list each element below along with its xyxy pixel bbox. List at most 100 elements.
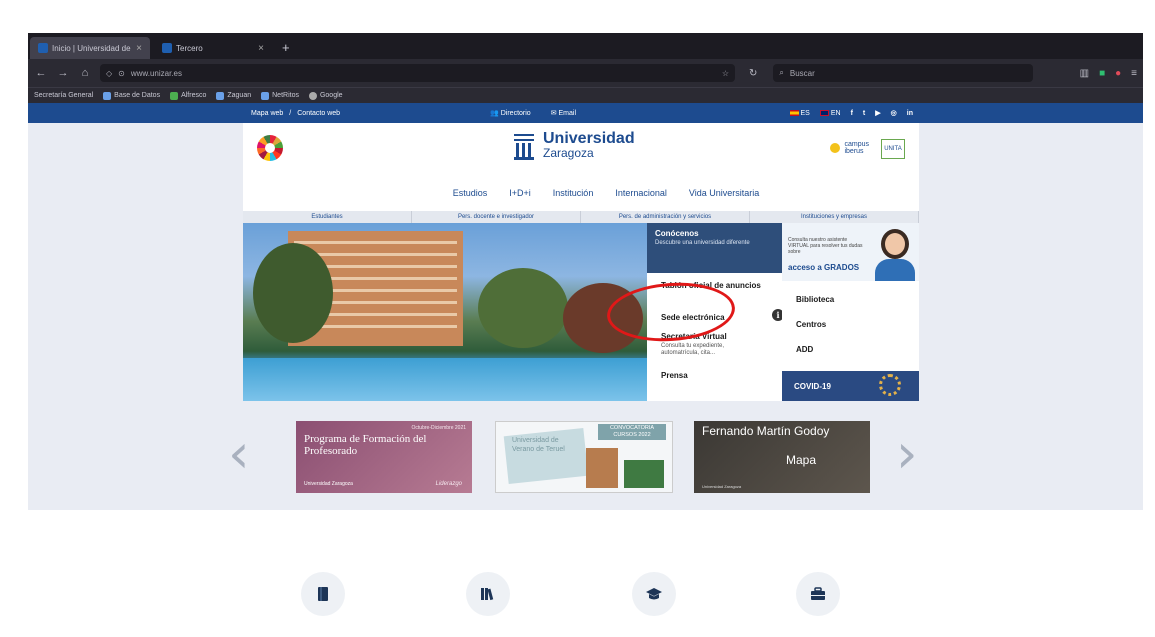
close-tab-icon[interactable]: ×: [258, 43, 264, 54]
sdg-wheel-icon[interactable]: [257, 135, 283, 161]
subnav-pas[interactable]: Pers. de administración y servicios: [581, 211, 750, 223]
tablon-link[interactable]: Tablón oficial de anuncios: [661, 281, 761, 290]
logo-building-icon: [513, 132, 535, 160]
back-icon[interactable]: ←: [34, 67, 48, 79]
bookmark-label: Secretaría General: [34, 92, 94, 99]
unita-logo[interactable]: UNITA: [881, 139, 905, 159]
right-links-panel: Biblioteca Centros ADD: [782, 281, 919, 371]
pool-shape: [243, 358, 647, 401]
youtube-icon[interactable]: ▶: [875, 109, 880, 117]
briefcase-icon[interactable]: [796, 572, 840, 616]
close-tab-icon[interactable]: ×: [136, 43, 142, 54]
lang-es-link[interactable]: ES: [789, 110, 810, 117]
card-brand: Universidad Zaragoza: [702, 484, 742, 489]
site-header: Universidad Zaragoza campus iberus UNITA…: [243, 123, 919, 213]
extension-icon[interactable]: ■: [1099, 68, 1105, 79]
bookmark-star-icon[interactable]: ☆: [722, 69, 729, 78]
bookmark-item[interactable]: Zaguan: [216, 91, 251, 100]
card-title: Programa de Formación del Profesorado: [304, 433, 427, 457]
lang-en-link[interactable]: EN: [819, 110, 841, 117]
subnav-instituciones[interactable]: Instituciones y empresas: [750, 211, 919, 223]
nav-idi[interactable]: I+D+i: [509, 188, 531, 198]
campus-line1: campus: [844, 141, 869, 148]
url-actions: ↻: [749, 68, 757, 79]
assistant-avatar: [881, 229, 909, 259]
graduation-cap-icon[interactable]: [632, 572, 676, 616]
bookmarks-bar: Secretaría General Base de Datos Alfresc…: [28, 87, 1143, 103]
nav-internacional[interactable]: Internacional: [615, 188, 667, 198]
new-tab-button[interactable]: +: [276, 37, 296, 59]
nav-estudios[interactable]: Estudios: [453, 188, 488, 198]
twitter-icon[interactable]: t: [863, 110, 865, 117]
subnav-pdi[interactable]: Pers. docente e investigador: [412, 211, 581, 223]
hero-image[interactable]: [243, 223, 647, 401]
bookmark-item[interactable]: Secretaría General: [34, 92, 93, 99]
linkedin-icon[interactable]: in: [907, 110, 913, 117]
carousel-card-cursos[interactable]: Universidad de Verano de Teruel CONVOCAT…: [495, 421, 673, 493]
directory-label: Directorio: [500, 110, 531, 117]
bookmark-item[interactable]: NetRitos: [261, 91, 299, 100]
bookmark-label: Google: [319, 92, 343, 99]
covid-label: COVID-19: [794, 382, 831, 391]
virus-icon: [879, 374, 901, 396]
menu-icon[interactable]: ≡: [1131, 68, 1137, 79]
secretaria-virtual-link[interactable]: Secretaría Virtual: [661, 332, 727, 341]
carousel-prev-button[interactable]: ‹: [228, 427, 250, 481]
tab-unizar[interactable]: Inicio | Universidad de Zaragoza ×: [30, 37, 150, 59]
add-link[interactable]: ADD: [796, 345, 813, 354]
mail-icon: ✉: [550, 110, 559, 117]
toolbar-right: ▥ ■ ● ≡: [1080, 68, 1137, 79]
campus-line2: iberus: [844, 148, 864, 155]
quick-links-panel: Tablón oficial de anuncios Sede electrón…: [647, 273, 784, 401]
bookmark-label: NetRitos: [272, 92, 299, 99]
library-icon[interactable]: [466, 572, 510, 616]
reload-icon[interactable]: ↻: [749, 68, 757, 79]
nav-vida-universitaria[interactable]: Vida Universitaria: [689, 188, 759, 198]
conocenos-subtitle: Descubre una universidad diferente: [655, 240, 750, 246]
biblioteca-link[interactable]: Biblioteca: [796, 295, 834, 304]
subnav-estudiantes[interactable]: Estudiantes: [243, 211, 412, 223]
bookmark-label: Alfresco: [181, 92, 207, 99]
campus-iberus-logo[interactable]: campus iberus: [830, 141, 869, 155]
covid-banner[interactable]: COVID-19: [782, 371, 919, 401]
tab-tercero[interactable]: Tercero ×: [154, 37, 272, 59]
carousel-next-button[interactable]: ›: [896, 427, 918, 481]
bookmark-icon: [261, 91, 270, 100]
prensa-link[interactable]: Prensa: [661, 371, 688, 380]
sede-electronica-link[interactable]: Sede electrónica: [661, 313, 725, 322]
card-brand: Universidad Zaragoza: [304, 481, 353, 487]
home-icon[interactable]: ⌂: [78, 67, 92, 79]
main-nav: Estudios I+D+i Institución Internacional…: [243, 188, 919, 198]
email-link[interactable]: ✉ Email: [551, 109, 576, 117]
contact-link[interactable]: Contacto web: [297, 110, 340, 117]
centros-link[interactable]: Centros: [796, 320, 826, 329]
bookmark-item[interactable]: Google: [308, 91, 343, 100]
grados-assistant-banner[interactable]: Consulta nuestro asistente VIRTUAL para …: [782, 223, 919, 281]
facebook-icon[interactable]: f: [851, 110, 853, 117]
url-bar[interactable]: ◇ ⊙ www.unizar.es ☆: [100, 64, 735, 82]
instagram-icon[interactable]: ◎: [891, 109, 897, 117]
bookmark-item[interactable]: Alfresco: [170, 91, 207, 100]
book-icon[interactable]: [301, 572, 345, 616]
site-map-link[interactable]: Mapa web: [251, 110, 283, 117]
directory-link[interactable]: 👥 Directorio: [490, 109, 531, 117]
card-tag: Liderazgo: [435, 481, 462, 487]
tab-bar: Inicio | Universidad de Zaragoza × Terce…: [28, 33, 1143, 59]
forward-icon[interactable]: →: [56, 67, 70, 79]
url-text: www.unizar.es: [130, 68, 182, 78]
carousel-card-formacion[interactable]: Octubre-Diciembre 2021 Programa de Forma…: [296, 421, 472, 493]
profile-icon[interactable]: ●: [1115, 68, 1121, 79]
assistant-body: [875, 259, 915, 281]
grados-text: Consulta nuestro asistente VIRTUAL para …: [788, 237, 863, 255]
nav-institucion[interactable]: Institución: [553, 188, 594, 198]
browser-chrome: Inicio | Universidad de Zaragoza × Terce…: [28, 33, 1143, 103]
university-logo[interactable]: Universidad Zaragoza: [513, 131, 635, 160]
conocenos-banner[interactable]: Conócenos Descubre una universidad difer…: [647, 223, 782, 273]
library-icon[interactable]: ▥: [1080, 68, 1089, 79]
bookmark-label: Base de Datos: [114, 92, 161, 99]
bookmark-item[interactable]: Base de Datos: [103, 91, 161, 100]
card-dates: Octubre-Diciembre 2021: [411, 425, 466, 431]
search-bar[interactable]: ⌕ Buscar: [773, 64, 1034, 82]
carousel-card-mapa[interactable]: Fernando Martín Godoy Mapa Universidad Z…: [694, 421, 870, 493]
card-background-text: Universidad de Verano de Teruel: [512, 437, 565, 453]
